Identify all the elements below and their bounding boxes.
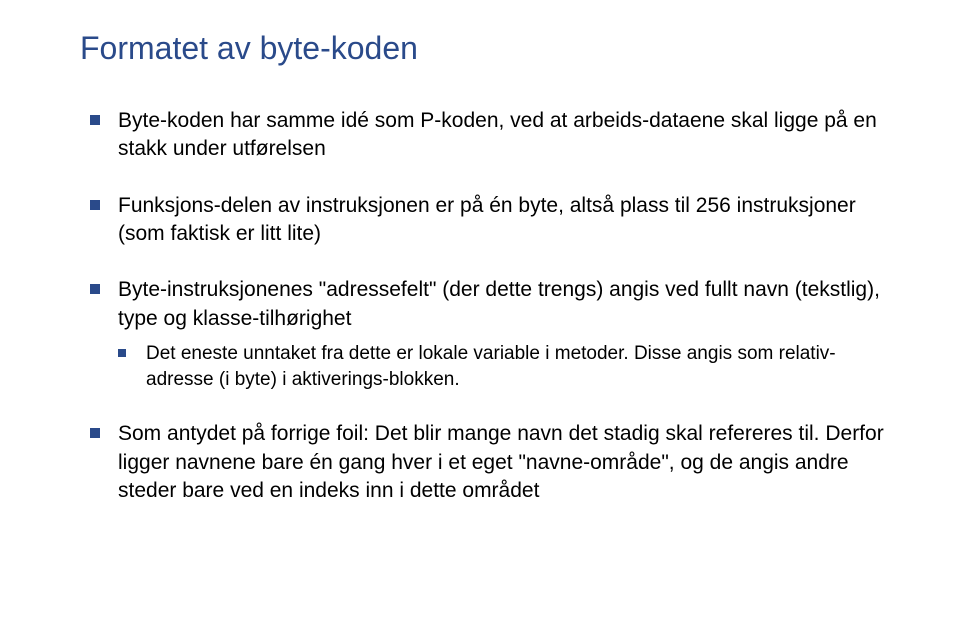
bullet-item: Byte-instruksjonenes "adressefelt" (der …	[90, 276, 900, 392]
bullet-text: Byte-koden har samme idé som P-koden, ve…	[118, 109, 877, 160]
bullet-text: Som antydet på forrige foil: Det blir ma…	[118, 422, 884, 502]
bullet-text: Funksjons-delen av instruksjonen er på é…	[118, 194, 856, 245]
slide-title: Formatet av byte-koden	[80, 30, 900, 67]
main-bullet-list: Byte-koden har samme idé som P-koden, ve…	[90, 107, 900, 505]
bullet-item: Som antydet på forrige foil: Det blir ma…	[90, 420, 900, 505]
bullet-item: Byte-koden har samme idé som P-koden, ve…	[90, 107, 900, 164]
sub-bullet-list: Det eneste unntaket fra dette er lokale …	[118, 341, 900, 392]
sub-bullet-text: Det eneste unntaket fra dette er lokale …	[146, 343, 836, 390]
sub-bullet-item: Det eneste unntaket fra dette er lokale …	[118, 341, 900, 392]
bullet-text: Byte-instruksjonenes "adressefelt" (der …	[118, 278, 880, 329]
bullet-item: Funksjons-delen av instruksjonen er på é…	[90, 192, 900, 249]
